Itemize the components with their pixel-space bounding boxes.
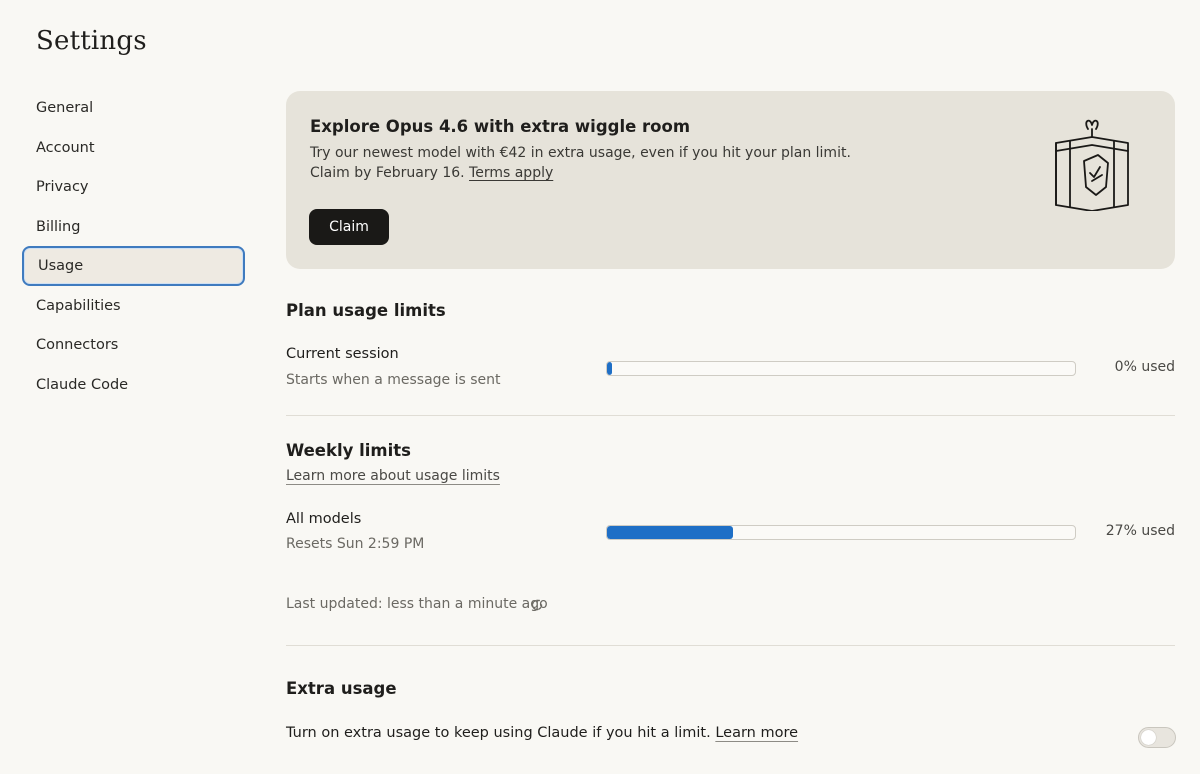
current-session-label: Current session [286, 346, 399, 362]
current-session-sub: Starts when a message is sent [286, 372, 501, 388]
toggle-knob [1141, 730, 1156, 745]
terms-link[interactable]: Terms apply [469, 165, 553, 181]
gift-tag-icon [1055, 119, 1129, 211]
all-models-sub: Resets Sun 2:59 PM [286, 536, 425, 552]
weekly-limits-heading: Weekly limits [286, 441, 411, 460]
plan-usage-heading: Plan usage limits [286, 301, 446, 320]
sidebar-item-billing[interactable]: Billing [22, 207, 245, 247]
weekly-learn-more-link[interactable]: Learn more about usage limits [286, 468, 500, 484]
settings-sidebar: General Account Privacy Billing Usage Ca… [22, 88, 245, 404]
all-models-progress [606, 525, 1076, 540]
current-session-used: 0% used [1114, 359, 1175, 375]
sidebar-item-general[interactable]: General [22, 88, 245, 128]
extra-usage-description: Turn on extra usage to keep using Claude… [286, 725, 716, 741]
sidebar-item-privacy[interactable]: Privacy [22, 167, 245, 207]
page-title: Settings [36, 26, 147, 56]
weekly-learn-more-wrap: Learn more about usage limits [286, 468, 500, 484]
promo-text: Try our newest model with €42 in extra u… [310, 143, 851, 183]
promo-banner: Explore Opus 4.6 with extra wiggle room … [286, 91, 1175, 269]
current-session-progress-fill [607, 362, 612, 375]
refresh-icon[interactable] [530, 598, 544, 612]
current-session-progress [606, 361, 1076, 376]
sidebar-item-account[interactable]: Account [22, 128, 245, 168]
divider [286, 645, 1175, 646]
sidebar-item-claude-code[interactable]: Claude Code [22, 365, 245, 405]
claim-button[interactable]: Claim [309, 209, 389, 245]
promo-claim-by: Claim by February 16. [310, 165, 470, 181]
all-models-used: 27% used [1105, 523, 1175, 539]
all-models-label: All models [286, 511, 362, 527]
sidebar-item-connectors[interactable]: Connectors [22, 325, 245, 365]
extra-usage-learn-more-link[interactable]: Learn more [715, 725, 798, 741]
extra-usage-heading: Extra usage [286, 679, 397, 698]
divider [286, 415, 1175, 416]
sidebar-item-usage[interactable]: Usage [22, 246, 245, 286]
extra-usage-toggle[interactable] [1138, 727, 1176, 748]
extra-usage-text: Turn on extra usage to keep using Claude… [286, 725, 798, 741]
last-updated-text: Last updated: less than a minute ago [286, 596, 548, 612]
promo-line-2: Claim by February 16. Terms apply [310, 163, 851, 183]
sidebar-item-capabilities[interactable]: Capabilities [22, 286, 245, 326]
all-models-progress-fill [607, 526, 734, 539]
promo-line-1: Try our newest model with €42 in extra u… [310, 145, 851, 161]
promo-title: Explore Opus 4.6 with extra wiggle room [310, 117, 691, 136]
